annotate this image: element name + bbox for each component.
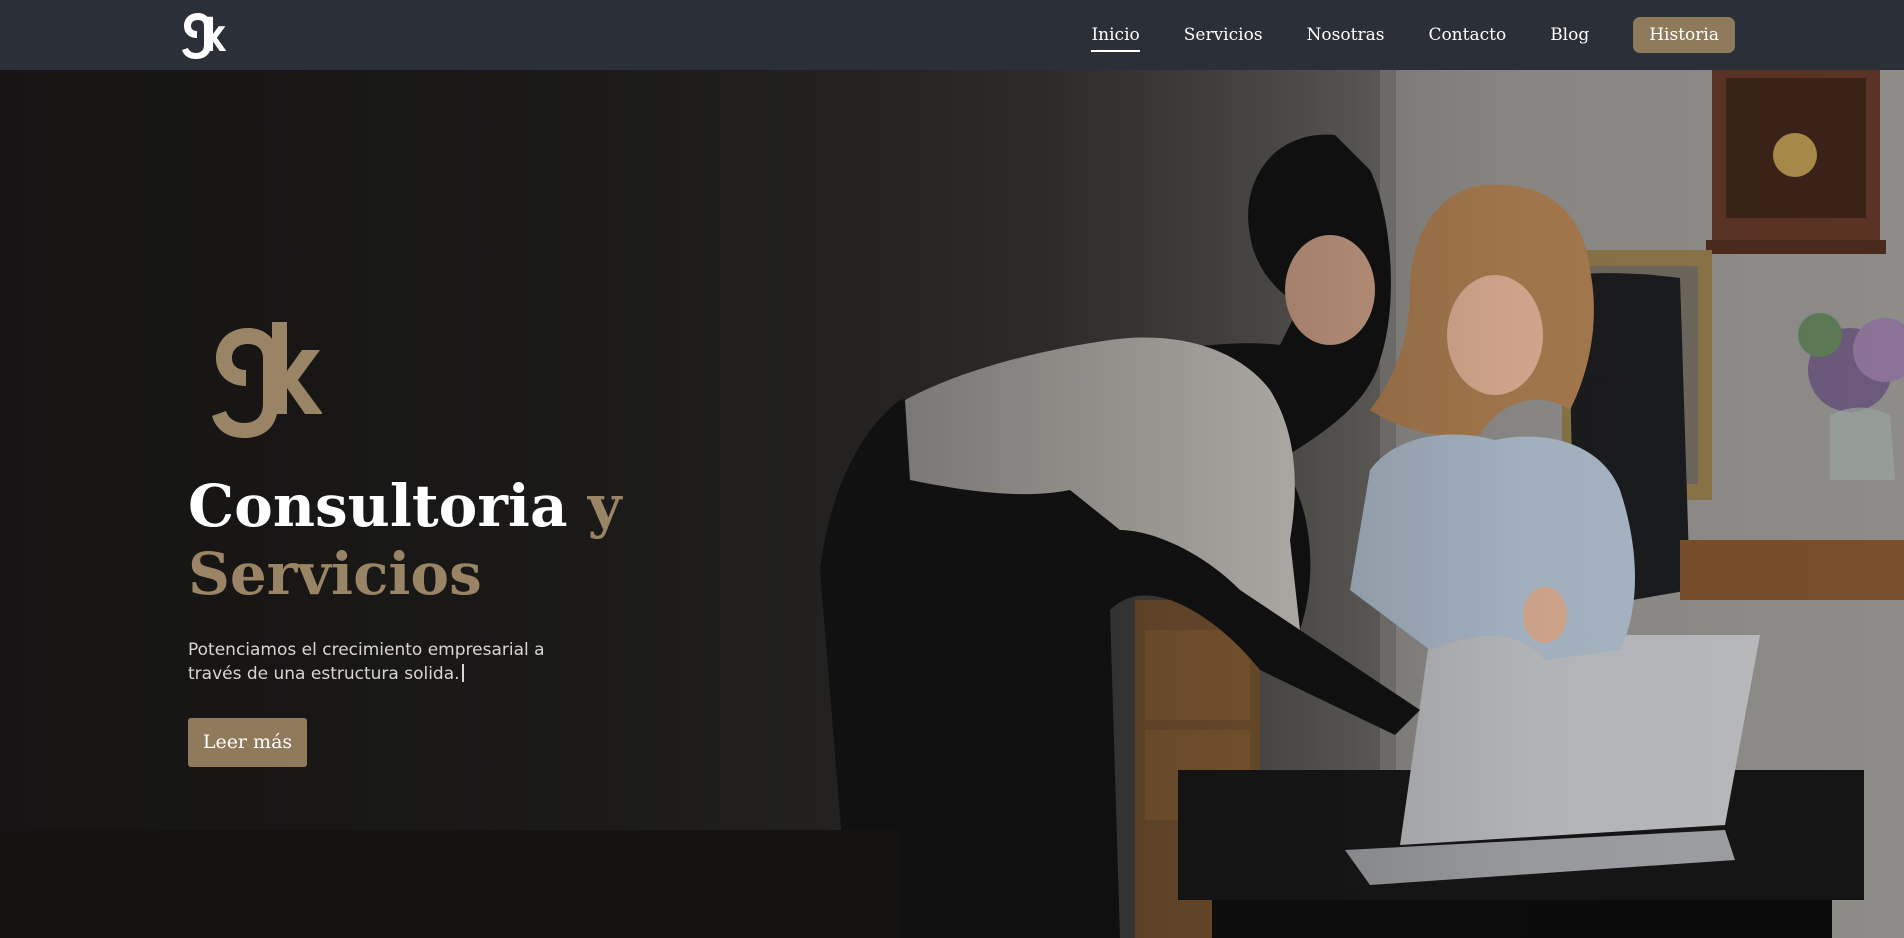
nav-item-inicio[interactable]: Inicio bbox=[1091, 25, 1141, 52]
nav-item-nosotras[interactable]: Nosotras bbox=[1307, 25, 1385, 45]
hero-title: Consultoria y Servicios bbox=[188, 472, 708, 608]
top-navbar: Inicio Servicios Nosotras Contacto Blog … bbox=[0, 0, 1904, 70]
gk-logo-icon[interactable] bbox=[180, 7, 228, 59]
typing-cursor bbox=[461, 664, 464, 682]
nav-item-servicios[interactable]: Servicios bbox=[1184, 25, 1263, 45]
nav-item-blog[interactable]: Blog bbox=[1550, 25, 1589, 45]
main-nav: Inicio Servicios Nosotras Contacto Blog … bbox=[1091, 0, 1904, 70]
hero-subtitle-text: Potenciamos el crecimiento empresarial a… bbox=[188, 640, 545, 684]
leer-mas-button[interactable]: Leer más bbox=[188, 718, 307, 767]
hero-title-main: Consultoria bbox=[188, 472, 568, 540]
hero-title-accent-y: y bbox=[587, 472, 622, 540]
gk-logo-icon bbox=[212, 322, 322, 438]
nav-item-contacto[interactable]: Contacto bbox=[1428, 25, 1506, 45]
hero-section: Consultoria y Servicios Potenciamos el c… bbox=[0, 70, 1904, 938]
hero-subtitle: Potenciamos el crecimiento empresarial a… bbox=[188, 638, 588, 686]
hero-title-accent-servicios: Servicios bbox=[188, 540, 482, 608]
historia-button[interactable]: Historia bbox=[1633, 17, 1735, 53]
